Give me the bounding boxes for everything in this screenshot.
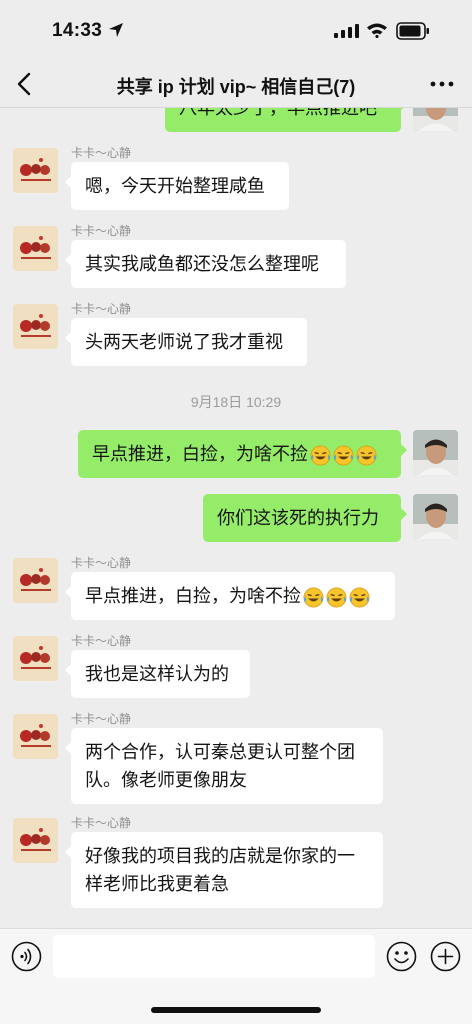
message-bubble-incoming[interactable]: 早点推进，白捡，为啥不捡 <box>65 572 395 620</box>
chat-area[interactable]: 八年太少了，早点推进吧 卡卡～心静 嗯，今天开始整理咸鱼 卡卡～心静 其实我咸鱼… <box>0 0 472 928</box>
message-text: 两个合作，认可秦总更认可整个团队。像老师更像朋友 <box>85 742 355 790</box>
message-bubble-outgoing[interactable]: 你们这该死的执行力 <box>203 494 407 542</box>
avatar-other[interactable] <box>13 304 58 349</box>
voice-input-icon[interactable] <box>11 941 42 972</box>
sender-name: 卡卡～心静 <box>71 146 132 160</box>
status-time: 14:33 <box>52 20 103 41</box>
message-bubble-outgoing[interactable]: 早点推进，白捡，为啥不捡 <box>78 430 407 478</box>
add-attachment-icon[interactable] <box>430 941 461 972</box>
sender-name: 卡卡～心静 <box>71 302 132 316</box>
message-bubble-incoming[interactable]: 好像我的项目我的店就是你家的一样老师比我更着急 <box>65 832 383 908</box>
more-options-icon[interactable] <box>428 76 456 92</box>
avatar-other[interactable] <box>13 226 58 271</box>
avatar-self[interactable] <box>413 430 458 475</box>
crying-laughing-emoji-icon <box>326 587 347 608</box>
timestamp: 9月18日 10:29 <box>190 394 282 410</box>
message-text: 早点推进，白捡，为啥不捡 <box>92 444 308 464</box>
avatar-other[interactable] <box>13 636 58 681</box>
message-text: 头两天老师说了我才重视 <box>85 332 283 352</box>
message-bubble-incoming[interactable]: 我也是这样认为的 <box>65 650 250 698</box>
emoji-group <box>302 586 371 609</box>
message-bubble-incoming[interactable]: 嗯，今天开始整理咸鱼 <box>65 162 289 210</box>
emoji-picker-icon[interactable] <box>386 941 417 972</box>
sender-name: 卡卡～心静 <box>71 816 132 830</box>
home-indicator <box>151 1007 321 1013</box>
sender-name: 卡卡～心静 <box>71 224 132 238</box>
avatar-other[interactable] <box>13 148 58 193</box>
message-text: 好像我的项目我的店就是你家的一样老师比我更着急 <box>85 846 355 894</box>
sender-name: 卡卡～心静 <box>71 712 132 726</box>
message-bubble-incoming[interactable]: 两个合作，认可秦总更认可整个团队。像老师更像朋友 <box>65 728 383 804</box>
message-text: 早点推进，白捡，为啥不捡 <box>85 586 301 606</box>
chat-title: 共享 ip 计划 vip~ 相信自己(7) <box>116 77 356 97</box>
message-text: 嗯，今天开始整理咸鱼 <box>85 176 265 196</box>
avatar-other[interactable] <box>13 818 58 863</box>
crying-laughing-emoji-icon <box>310 445 331 466</box>
message-bubble-incoming[interactable]: 头两天老师说了我才重视 <box>65 318 307 366</box>
emoji-group <box>309 444 378 467</box>
sender-name: 卡卡～心静 <box>71 634 132 648</box>
crying-laughing-emoji-icon <box>349 587 370 608</box>
sender-name: 卡卡～心静 <box>71 556 132 570</box>
crying-laughing-emoji-icon <box>356 445 377 466</box>
message-bubble-incoming[interactable]: 其实我咸鱼都还没怎么整理呢 <box>65 240 346 288</box>
message-text: 我也是这样认为的 <box>85 664 229 684</box>
avatar-self[interactable] <box>413 494 458 539</box>
location-arrow-icon <box>109 23 123 37</box>
battery-icon <box>396 22 429 40</box>
status-bar: 14:33 <box>0 0 472 60</box>
wifi-icon <box>367 23 387 38</box>
cellular-signal-icon <box>334 24 359 38</box>
avatar-other[interactable] <box>13 558 58 603</box>
avatar-other[interactable] <box>13 714 58 759</box>
message-text: 你们这该死的执行力 <box>217 508 379 528</box>
crying-laughing-emoji-icon <box>303 587 324 608</box>
nav-bar: 共享 ip 计划 vip~ 相信自己(7) <box>0 60 472 108</box>
message-input[interactable] <box>53 935 375 978</box>
message-text: 其实我咸鱼都还没怎么整理呢 <box>85 254 319 274</box>
crying-laughing-emoji-icon <box>333 445 354 466</box>
